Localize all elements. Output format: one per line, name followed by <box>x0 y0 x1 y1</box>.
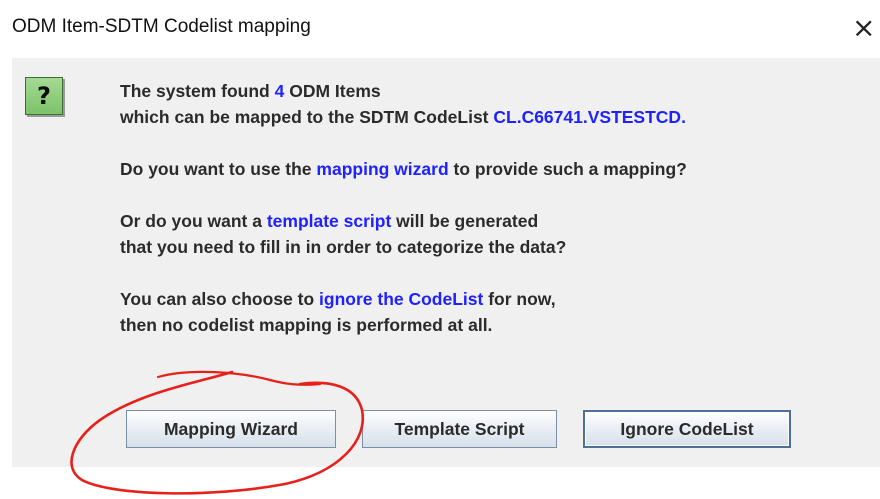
item-count: 4 <box>274 81 285 101</box>
message-line-5: that you need to fill in in order to cat… <box>120 237 567 257</box>
message-paragraph-1: The system found 4 ODM Items which can b… <box>120 78 687 130</box>
text: ODM Items <box>284 81 381 101</box>
text: will be generated <box>391 211 539 231</box>
text: You can also choose to <box>120 289 320 309</box>
message-line-2: which can be mapped to the SDTM CodeList… <box>120 107 686 127</box>
text: The system found <box>120 81 275 101</box>
message-text: The system found 4 ODM Items which can b… <box>120 78 687 338</box>
close-icon[interactable]: × <box>852 8 880 48</box>
text: for now, <box>483 289 556 309</box>
message-line-7: then no codelist mapping is performed at… <box>120 315 493 335</box>
ignore-codelist-button[interactable]: Ignore CodeList <box>583 410 791 448</box>
template-script-button[interactable]: Template Script <box>362 410 557 448</box>
text: Or do you want a <box>120 211 267 231</box>
dialog-title: ODM Item-SDTM Codelist mapping <box>12 16 311 37</box>
message-paragraph-2: Do you want to use the mapping wizard to… <box>120 156 687 182</box>
question-icon: ? <box>25 77 63 115</box>
text: Do you want to use the <box>120 159 317 179</box>
message-paragraph-3: Or do you want a template script will be… <box>120 208 687 260</box>
codelist-name: CL.C66741.VSTESTCD. <box>493 107 686 127</box>
ignore-codelist-highlight: ignore the CodeList <box>319 289 484 309</box>
message-paragraph-4: You can also choose to ignore the CodeLi… <box>120 286 687 338</box>
mapping-wizard-button[interactable]: Mapping Wizard <box>126 410 336 448</box>
text: which can be mapped to the SDTM CodeList <box>120 107 494 127</box>
message-line-1: The system found 4 ODM Items <box>120 81 381 101</box>
template-script-highlight: template script <box>266 211 392 231</box>
title-bar[interactable]: ODM Item-SDTM Codelist mapping × <box>0 0 880 56</box>
text: to provide such a mapping? <box>448 159 687 179</box>
dialog-window: ODM Item-SDTM Codelist mapping × ? The s… <box>0 0 880 499</box>
dialog-content: ? The system found 4 ODM Items which can… <box>12 58 880 467</box>
mapping-wizard-highlight: mapping wizard <box>316 159 449 179</box>
